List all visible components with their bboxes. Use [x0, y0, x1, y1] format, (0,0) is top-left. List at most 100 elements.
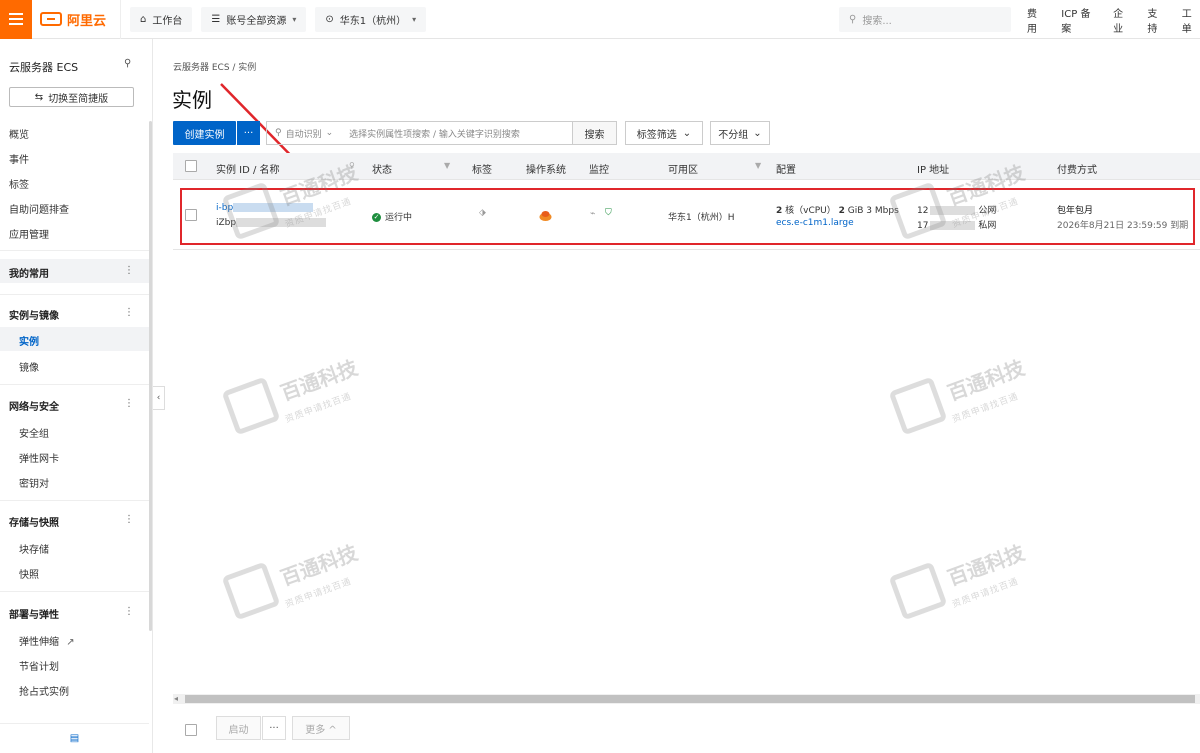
start-button[interactable]: 启动 — [216, 716, 261, 740]
select-all-checkbox[interactable] — [185, 160, 197, 172]
top-link-support[interactable]: 支持 — [1147, 5, 1165, 35]
resource-scope-label: 账号全部资源 — [226, 15, 287, 27]
more-actions-button[interactable]: ··· — [237, 121, 260, 145]
switch-simple-button[interactable]: ⇆ 切换至简捷版 — [9, 87, 134, 107]
instance-search-input[interactable]: ⚲ 自动识别 ⌄ 选择实例属性项搜索 / 输入关键字识别搜索 — [266, 121, 573, 145]
chevron-down-icon: ▾ — [292, 14, 297, 24]
location-icon: ⊙ — [325, 13, 334, 25]
sidebar-bottom-menu-icon[interactable]: ▤ — [0, 723, 149, 753]
filter-icon[interactable]: ▼ — [755, 161, 761, 170]
more-icon[interactable]: ⋮ — [124, 398, 134, 409]
top-links: 费用 ICP 备案 企业 支持 工单 — [1027, 0, 1200, 39]
sidebar-item-events[interactable]: 事件 — [9, 151, 29, 166]
tag-filter-dropdown[interactable]: 标签筛选 ⌄ — [625, 121, 703, 145]
divider — [0, 591, 149, 592]
brand-name: 阿里云 — [67, 13, 107, 29]
scrollbar-thumb[interactable] — [185, 695, 1195, 703]
more-actions-dropdown[interactable]: 更多 ^ — [292, 716, 350, 740]
watermark: 百通科技 资质申请找百通 — [888, 355, 1045, 439]
sidebar-group-storage-snapshots[interactable]: 存储与快照 — [9, 514, 59, 529]
divider — [0, 500, 149, 501]
top-link-icp[interactable]: ICP 备案 — [1061, 5, 1097, 35]
top-link-enterprise[interactable]: 企业 — [1113, 5, 1131, 35]
column-header-monitoring: 监控 — [589, 165, 609, 176]
sidebar-item-snapshots[interactable]: 快照 — [19, 566, 39, 581]
sidebar-group-deploy-elastic[interactable]: 部署与弹性 — [9, 606, 59, 621]
divider — [0, 294, 149, 295]
region-dropdown[interactable]: ⊙ 华东1（杭州） ▾ — [315, 6, 427, 32]
sidebar-item-images[interactable]: 镜像 — [19, 359, 39, 374]
annotation-highlight-box — [180, 188, 1195, 245]
create-instance-button[interactable]: 创建实例 — [173, 121, 236, 145]
watermark-logo-icon — [221, 376, 281, 436]
watermark-text: 百通科技 — [277, 355, 361, 406]
chevron-down-icon: ⌄ — [325, 128, 334, 138]
column-header-zone: 可用区 — [668, 165, 698, 176]
more-icon[interactable]: ⋮ — [124, 514, 134, 525]
watermark-subtext: 资质申请找百通 — [284, 576, 354, 611]
page-title: 实例 — [172, 88, 212, 112]
top-link-billing[interactable]: 费用 — [1027, 5, 1045, 35]
sidebar-scrollbar[interactable] — [149, 121, 152, 631]
global-search-input[interactable]: ⚲ 搜索... — [839, 7, 1011, 32]
watermark: 百通科技 资质申请找百通 — [221, 540, 378, 624]
watermark-subtext: 资质申请找百通 — [951, 576, 1021, 611]
group-select[interactable]: 不分组 ⌄ — [710, 121, 770, 145]
sidebar-item-autoscaling[interactable]: 弹性伸缩 ↗ — [19, 633, 75, 648]
batch-select-checkbox[interactable] — [185, 724, 197, 736]
column-header-billing: 付费方式 — [1057, 165, 1097, 176]
sidebar-item-keypairs[interactable]: 密钥对 — [19, 475, 49, 490]
divider — [0, 384, 149, 385]
sidebar-title: 云服务器 ECS — [9, 61, 79, 74]
column-header-id: 实例 ID / 名称 — [216, 165, 280, 176]
search-placeholder: 搜索... — [862, 16, 892, 27]
batch-more-button[interactable]: ··· — [262, 716, 286, 740]
search-mode-label: 自动识别 — [285, 129, 322, 140]
watermark-text: 百通科技 — [277, 540, 361, 591]
search-button[interactable]: 搜索 — [573, 121, 617, 145]
sidebar-item-security-groups[interactable]: 安全组 — [19, 425, 49, 440]
sidebar-group-network-security[interactable]: 网络与安全 — [9, 398, 59, 413]
sidebar-item-eni[interactable]: 弹性网卡 — [19, 450, 59, 465]
sidebar-item-savings-plan[interactable]: 节省计划 — [19, 658, 59, 673]
chevron-down-icon: ⌄ — [682, 127, 692, 139]
sidebar-item-overview[interactable]: 概览 — [9, 126, 29, 141]
sidebar-item-tags[interactable]: 标签 — [9, 176, 29, 191]
table-header: 实例 ID / 名称 ⚲ 状态 ▼ 标签 操作系统 监控 可用区 ▼ 配置 IP… — [173, 153, 1200, 180]
watermark-text: 百通科技 — [944, 540, 1028, 591]
breadcrumb: 云服务器 ECS / 实例 — [173, 63, 257, 73]
watermark-subtext: 资质申请找百通 — [284, 391, 354, 426]
watermark-subtext: 资质申请找百通 — [951, 391, 1021, 426]
sidebar-item-troubleshoot[interactable]: 自助问题排查 — [9, 201, 69, 216]
sidebar-item-block-storage[interactable]: 块存储 — [19, 541, 49, 556]
menu-icon[interactable] — [0, 0, 32, 39]
resource-scope-dropdown[interactable]: ☰ 账号全部资源 ▾ — [201, 6, 307, 32]
region-label: 华东1（杭州） — [339, 15, 407, 27]
sidebar-group-favorites[interactable]: 我的常用 — [9, 265, 49, 280]
sidebar-item-spot-instances[interactable]: 抢占式实例 — [19, 683, 69, 698]
filter-icon[interactable]: ▼ — [444, 161, 450, 170]
collapse-sidebar-icon[interactable]: ‹ — [153, 386, 165, 410]
brand-logo[interactable]: 阿里云 — [32, 0, 122, 39]
horizontal-scrollbar[interactable]: ◂ — [173, 694, 1200, 704]
more-icon[interactable]: ⋮ — [124, 265, 134, 276]
top-link-ticket[interactable]: 工单 — [1182, 5, 1200, 35]
sidebar-item-app-management[interactable]: 应用管理 — [9, 226, 49, 241]
column-header-tags: 标签 — [472, 165, 492, 176]
sidebar-group-instances-images[interactable]: 实例与镜像 — [9, 307, 59, 322]
search-icon[interactable]: ⚲ — [124, 58, 131, 69]
workbench-button[interactable]: ⌂ 工作台 — [130, 6, 193, 32]
watermark-logo-icon — [888, 376, 948, 436]
search-mode-dropdown[interactable]: ⚲ 自动识别 ⌄ — [267, 127, 341, 140]
sidebar-item-instances[interactable]: 实例 — [19, 333, 39, 348]
external-link-icon: ↗ — [66, 637, 75, 648]
more-icon[interactable]: ⋮ — [124, 307, 134, 318]
more-icon[interactable]: ⋮ — [124, 606, 134, 617]
search-placeholder: 选择实例属性项搜索 / 输入关键字识别搜索 — [349, 129, 520, 140]
watermark-logo-icon — [221, 561, 281, 621]
switch-label: 切换至简捷版 — [48, 93, 109, 105]
scroll-left-icon[interactable]: ◂ — [174, 694, 178, 703]
group-select-label: 不分组 — [718, 129, 749, 141]
search-icon[interactable]: ⚲ — [349, 161, 355, 170]
search-icon: ⚲ — [849, 14, 857, 25]
